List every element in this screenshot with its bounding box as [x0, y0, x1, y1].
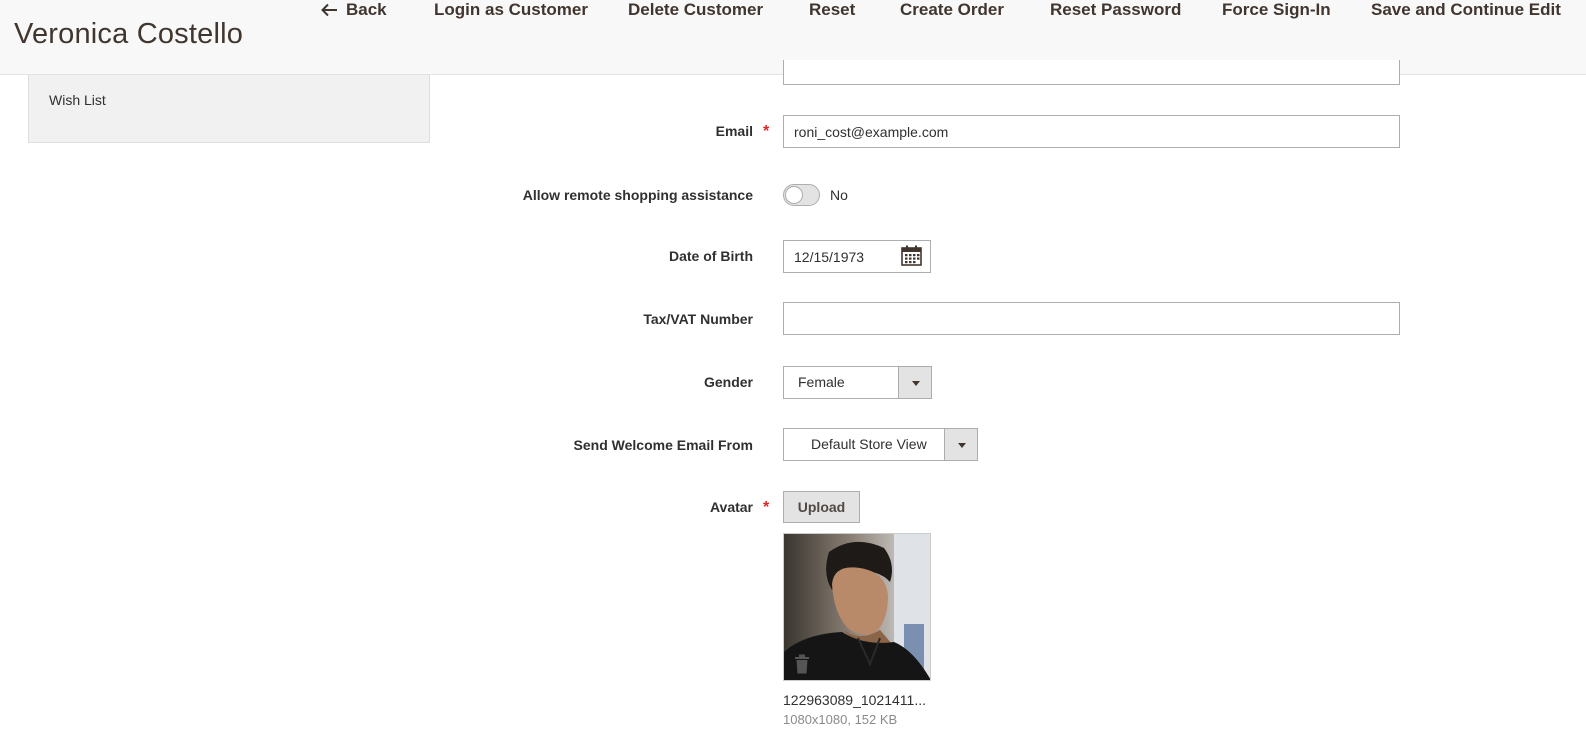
reset-password-button[interactable]: Reset Password: [1050, 0, 1181, 20]
avatar-file-meta: 1080x1080, 152 KB: [783, 712, 898, 727]
trash-icon[interactable]: [794, 654, 810, 674]
back-button[interactable]: Back: [320, 0, 387, 20]
required-marker: *: [763, 123, 770, 140]
delete-customer-button[interactable]: Delete Customer: [628, 0, 763, 20]
required-marker: *: [763, 499, 770, 516]
upload-button[interactable]: Upload: [783, 491, 860, 523]
create-order-button[interactable]: Create Order: [900, 0, 1004, 20]
tax-vat-label: Tax/VAT Number: [643, 311, 753, 327]
gender-label: Gender: [703, 374, 753, 390]
previous-field-input[interactable]: [783, 60, 1400, 85]
dob-label: Date of Birth: [669, 248, 753, 264]
tax-vat-field[interactable]: [783, 302, 1400, 335]
email-field[interactable]: [783, 115, 1400, 148]
welcome-email-selected-value: Default Store View: [811, 436, 927, 452]
back-button-label: Back: [346, 0, 387, 19]
reset-button[interactable]: Reset: [809, 0, 855, 20]
save-continue-button[interactable]: Save and Continue Edit: [1371, 0, 1561, 20]
avatar-file-name: 122963089_1021411...: [783, 692, 926, 708]
customer-sidebar: Wish List: [28, 75, 430, 143]
welcome-email-select[interactable]: Default Store View: [783, 428, 978, 461]
calendar-icon[interactable]: [901, 245, 922, 266]
chevron-down-icon: [898, 367, 931, 398]
sidebar-item-wish-list[interactable]: Wish List: [49, 92, 106, 108]
remote-assistance-label: Allow remote shopping assistance: [522, 187, 753, 203]
login-as-customer-button[interactable]: Login as Customer: [434, 0, 588, 20]
chevron-down-icon: [944, 429, 977, 460]
gender-select[interactable]: Female: [783, 366, 932, 399]
page-title: Veronica Costello: [14, 18, 244, 50]
welcome-email-label: Send Welcome Email From: [573, 437, 753, 453]
avatar-label: Avatar: [709, 499, 753, 515]
gender-selected-value: Female: [798, 374, 845, 390]
toggle-knob: [785, 186, 803, 204]
remote-assistance-toggle[interactable]: [783, 184, 820, 206]
back-arrow-icon: [321, 3, 337, 17]
email-label: Email: [715, 123, 753, 139]
force-sign-in-button[interactable]: Force Sign-In: [1222, 0, 1331, 20]
remote-assistance-state: No: [830, 187, 848, 203]
